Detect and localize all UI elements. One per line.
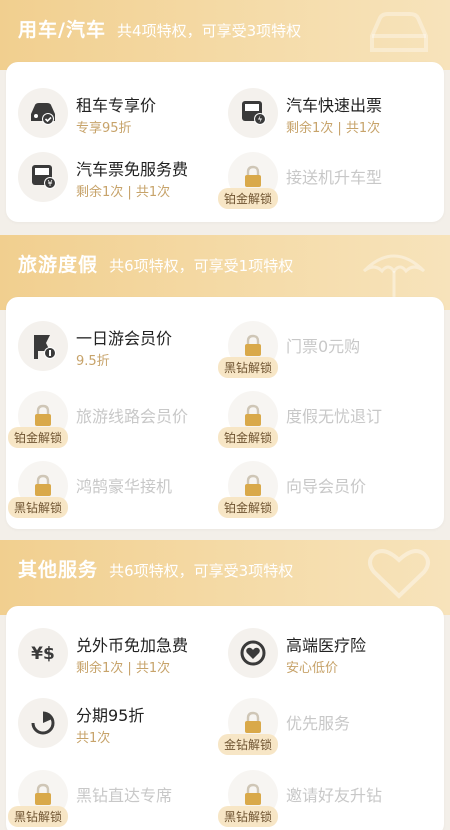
unlock-badge: 铂金解锁 [8, 427, 69, 448]
unlock-badge: 铂金解锁 [218, 497, 279, 518]
section-title: 用车/汽车 [18, 19, 106, 41]
privilege-item-locked[interactable]: 铂金解锁 度假无忧退订 [216, 387, 426, 448]
privilege-item-locked[interactable]: 铂金解锁 旅游线路会员价 [6, 387, 216, 448]
item-title: 一日游会员价 [76, 329, 173, 348]
item-title: 门票0元购 [286, 337, 361, 356]
heart-deco-icon [368, 549, 430, 599]
section-subtitle: 共6项特权，可享受1项特权 [109, 257, 294, 275]
item-title: 邀请好友升钻 [286, 786, 383, 805]
item-title: 兑外币免加急费 [76, 636, 189, 655]
privilege-card: ¥$ 兑外币免加急费 剩余1次 | 共1次 高端医疗险 安心低价 分期95折 共… [6, 606, 444, 830]
privilege-item[interactable]: ¥$ 兑外币免加急费 剩余1次 | 共1次 [6, 624, 216, 684]
unlock-badge: 黑钻解锁 [218, 806, 279, 827]
privilege-item-locked[interactable]: 黑钻解锁 黑钻直达专席 [6, 766, 216, 827]
item-title: 分期95折 [76, 706, 145, 725]
privilege-card: 一日游会员价 9.5折 黑钻解锁 门票0元购 铂金解锁 旅游线路会员价 铂金解锁… [6, 297, 444, 529]
currency-exchange-icon: ¥$ [18, 628, 68, 678]
car-deco-icon [370, 12, 428, 52]
item-subtitle: 共1次 [76, 731, 111, 746]
item-subtitle: 9.5折 [76, 354, 110, 369]
item-subtitle: 剩余1次 | 共1次 [76, 185, 171, 200]
section-other: 其他服务 共6项特权，可享受3项特权 ¥$ 兑外币免加急费 剩余1次 | 共1次… [0, 540, 450, 830]
unlock-badge: 黑钻解锁 [8, 806, 69, 827]
section-subtitle: 共4项特权，可享受3项特权 [117, 22, 302, 40]
item-title: 汽车票免服务费 [76, 160, 189, 179]
svg-text:¥: ¥ [47, 179, 52, 188]
installment-icon [18, 698, 68, 748]
section-title: 旅游度假 [18, 254, 99, 276]
section-travel: 旅游度假 共6项特权，可享受1项特权 一日游会员价 9.5折 黑钻解锁 门票0元… [0, 235, 450, 540]
item-subtitle: 专享95折 [76, 121, 132, 136]
unlock-badge: 铂金解锁 [218, 427, 279, 448]
privilege-item[interactable]: ¥ 汽车票免服务费 剩余1次 | 共1次 [6, 148, 216, 208]
privilege-item-locked[interactable]: 黑钻解锁 鸿鹄豪华接机 [6, 457, 216, 518]
privilege-item-locked[interactable]: 铂金解锁 接送机升车型 [216, 148, 426, 209]
item-title: 度假无忧退订 [286, 407, 383, 426]
section-header: 其他服务 共6项特权，可享受3项特权 [0, 540, 450, 615]
item-title: 向导会员价 [286, 477, 367, 496]
privilege-item[interactable]: 一日游会员价 9.5折 [6, 317, 216, 377]
bus-lightning-icon [228, 88, 278, 138]
section-header: 用车/汽车 共4项特权，可享受3项特权 [0, 0, 450, 70]
section-car: 用车/汽车 共4项特权，可享受3项特权 租车专享价 专享95折 汽车快速出票 剩… [0, 0, 450, 235]
item-subtitle: 剩余1次 | 共1次 [286, 121, 381, 136]
unlock-badge: 金钻解锁 [218, 734, 279, 755]
privilege-item[interactable]: 高端医疗险 安心低价 [216, 624, 426, 684]
item-title: 黑钻直达专席 [76, 786, 173, 805]
privilege-item[interactable]: 分期95折 共1次 [6, 694, 216, 754]
privilege-item[interactable]: 汽车快速出票 剩余1次 | 共1次 [216, 84, 426, 144]
privilege-item-locked[interactable]: 黑钻解锁 门票0元购 [216, 317, 426, 378]
privilege-item[interactable]: 租车专享价 专享95折 [6, 84, 216, 144]
item-title: 高端医疗险 [286, 636, 367, 655]
item-title: 接送机升车型 [286, 168, 383, 187]
umbrella-deco-icon [362, 254, 426, 297]
item-title: 租车专享价 [76, 96, 157, 115]
item-title: 汽车快速出票 [286, 96, 383, 115]
privilege-item-locked[interactable]: 黑钻解锁 邀请好友升钻 [216, 766, 426, 827]
svg-text:¥$: ¥$ [31, 644, 55, 664]
privilege-item-locked[interactable]: 金钻解锁 优先服务 [216, 694, 426, 755]
item-title: 鸿鹄豪华接机 [76, 477, 173, 496]
item-subtitle: 剩余1次 | 共1次 [76, 661, 171, 676]
medical-heart-icon [228, 628, 278, 678]
item-title: 旅游线路会员价 [76, 407, 189, 426]
flag-tour-icon [18, 321, 68, 371]
car-check-icon [18, 88, 68, 138]
unlock-badge: 黑钻解锁 [218, 357, 279, 378]
bus-yen-icon: ¥ [18, 152, 68, 202]
unlock-badge: 黑钻解锁 [8, 497, 69, 518]
item-subtitle: 安心低价 [286, 661, 339, 676]
item-title: 优先服务 [286, 714, 351, 733]
privilege-item-locked[interactable]: 铂金解锁 向导会员价 [216, 457, 426, 518]
unlock-badge: 铂金解锁 [218, 188, 279, 209]
section-subtitle: 共6项特权，可享受3项特权 [109, 562, 294, 580]
section-title: 其他服务 [18, 559, 99, 581]
privilege-card: 租车专享价 专享95折 汽车快速出票 剩余1次 | 共1次 ¥ 汽车票免服务费 … [6, 62, 444, 222]
